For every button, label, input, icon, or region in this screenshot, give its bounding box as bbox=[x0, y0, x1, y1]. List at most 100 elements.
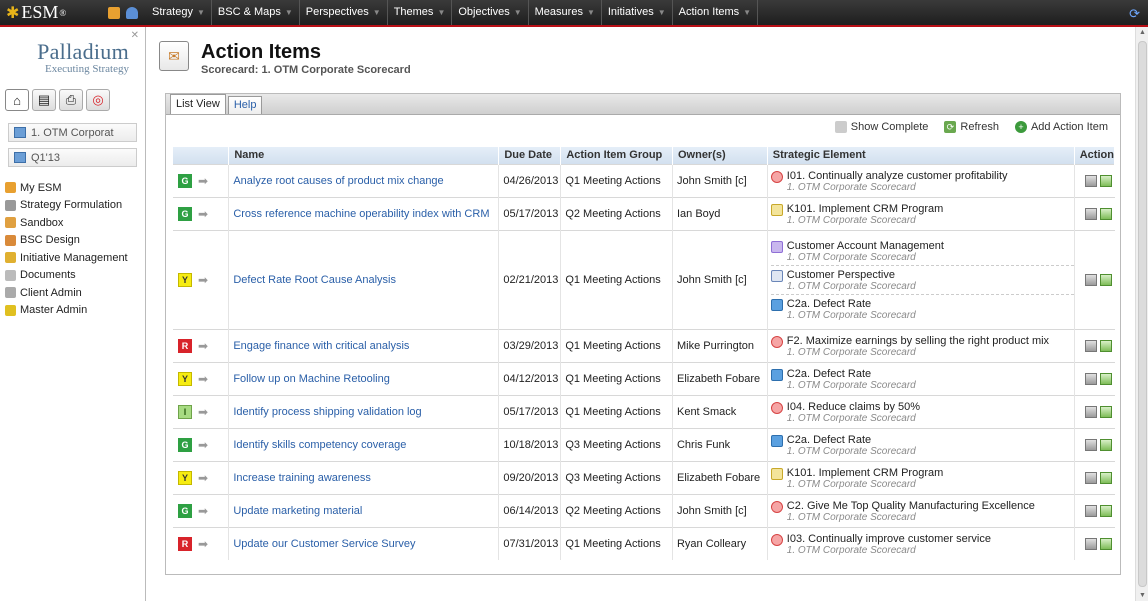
nav-item-perspectives[interactable]: Perspectives ▼ bbox=[300, 0, 388, 25]
refresh-button[interactable]: ⟳ Refresh bbox=[944, 121, 999, 133]
scroll-up-icon[interactable]: ▲ bbox=[1139, 29, 1146, 36]
strategic-element[interactable]: I03. Continually improve customer servic… bbox=[770, 530, 1074, 558]
add-action-item-button[interactable]: + Add Action Item bbox=[1014, 121, 1108, 133]
esm-logo[interactable]: ✱ ESM ® bbox=[0, 0, 146, 25]
col-owner[interactable]: Owner(s) bbox=[672, 147, 768, 164]
status-badge[interactable]: G bbox=[178, 503, 192, 518]
add-note-icon[interactable] bbox=[1099, 372, 1112, 385]
show-complete-button[interactable]: Show Complete bbox=[834, 121, 928, 133]
layout-icon[interactable]: ▤ bbox=[32, 89, 56, 111]
action-item-name-link[interactable]: Defect Rate Root Cause Analysis bbox=[228, 229, 500, 329]
status-badge[interactable]: R bbox=[178, 536, 192, 551]
action-item-name-link-text[interactable]: Cross reference machine operability inde… bbox=[233, 208, 489, 220]
action-item-name-link-text[interactable]: Engage finance with critical analysis bbox=[233, 340, 409, 352]
strategic-element[interactable]: C2. Give Me Top Quality Manufacturing Ex… bbox=[770, 497, 1074, 525]
nav-item-bsc-maps[interactable]: BSC & Maps ▼ bbox=[212, 0, 300, 25]
status-badge[interactable]: G bbox=[178, 173, 192, 188]
strategic-element[interactable]: Customer Perspective 1. OTM Corporate Sco… bbox=[770, 264, 1074, 294]
action-item-name-link-text[interactable]: Identify skills competency coverage bbox=[233, 439, 406, 451]
action-item-name-link[interactable]: Follow up on Machine Retooling bbox=[228, 361, 500, 395]
add-note-icon[interactable] bbox=[1099, 174, 1112, 187]
sidebar-item-master-admin[interactable]: Master Admin bbox=[0, 302, 145, 320]
add-note-icon[interactable] bbox=[1099, 504, 1112, 517]
sidebar-item-my-esm[interactable]: My ESM bbox=[0, 179, 145, 197]
action-item-name-link[interactable]: Update marketing material bbox=[228, 493, 500, 527]
document-icon[interactable] bbox=[1084, 471, 1097, 484]
action-item-name-link[interactable]: Analyze root causes of product mix chang… bbox=[228, 163, 500, 197]
action-item-name-link[interactable]: Identify skills competency coverage bbox=[228, 427, 500, 461]
action-item-name-link-text[interactable]: Identify process shipping validation log bbox=[233, 406, 421, 418]
add-note-icon[interactable] bbox=[1099, 207, 1112, 220]
action-item-name-link-text[interactable]: Increase training awareness bbox=[233, 472, 371, 484]
add-note-icon[interactable] bbox=[1099, 438, 1112, 451]
document-icon[interactable] bbox=[1084, 339, 1097, 352]
document-icon[interactable] bbox=[1084, 372, 1097, 385]
sidebar-item-client-admin[interactable]: Client Admin bbox=[0, 284, 145, 302]
refresh-icon[interactable]: ⟳ bbox=[1129, 6, 1140, 22]
add-note-icon[interactable] bbox=[1099, 273, 1112, 286]
action-item-name-link[interactable]: Engage finance with critical analysis bbox=[228, 328, 500, 362]
action-item-name-link[interactable]: Cross reference machine operability inde… bbox=[228, 196, 500, 230]
action-item-name-link[interactable]: Increase training awareness bbox=[228, 460, 500, 494]
action-item-name-link-text[interactable]: Update marketing material bbox=[233, 505, 362, 517]
user-icon[interactable] bbox=[126, 6, 138, 19]
add-note-icon[interactable] bbox=[1099, 471, 1112, 484]
book-icon[interactable] bbox=[108, 6, 120, 19]
strategic-element[interactable]: Customer Account Management 1. OTM Corpor… bbox=[770, 237, 1074, 265]
nav-item-objectives[interactable]: Objectives ▼ bbox=[452, 0, 529, 25]
add-note-icon[interactable] bbox=[1099, 537, 1112, 550]
sidebar-item-documents[interactable]: Documents bbox=[0, 267, 145, 285]
col-name[interactable]: Name bbox=[228, 147, 500, 164]
status-badge[interactable]: G bbox=[178, 206, 192, 221]
strategic-element[interactable]: F2. Maximize earnings by selling the rig… bbox=[770, 332, 1074, 360]
sidebar-item-initiative-management[interactable]: Initiative Management bbox=[0, 249, 145, 267]
strategic-element[interactable]: C2a. Defect Rate 1. OTM Corporate Scoreca… bbox=[770, 431, 1074, 459]
action-item-name-link[interactable]: Identify process shipping validation log bbox=[228, 394, 500, 428]
strategic-element[interactable]: I04. Reduce claims by 50% 1. OTM Corporat… bbox=[770, 398, 1074, 426]
col-group[interactable]: Action Item Group bbox=[560, 147, 673, 164]
document-icon[interactable] bbox=[1084, 537, 1097, 550]
sidebar-item-bsc-design[interactable]: BSC Design bbox=[0, 232, 145, 250]
add-note-icon[interactable] bbox=[1099, 339, 1112, 352]
scroll-down-icon[interactable]: ▼ bbox=[1139, 592, 1146, 599]
status-badge[interactable]: Y bbox=[178, 371, 192, 386]
action-item-name-link-text[interactable]: Update our Customer Service Survey bbox=[233, 538, 415, 550]
tab-list-view[interactable]: List View bbox=[170, 94, 226, 114]
strategic-element[interactable]: I01. Continually analyze customer profit… bbox=[770, 167, 1074, 195]
nav-item-measures[interactable]: Measures ▼ bbox=[529, 0, 602, 25]
document-icon[interactable] bbox=[1084, 273, 1097, 286]
sidebar-item-strategy-formulation[interactable]: Strategy Formulation bbox=[0, 197, 145, 215]
help-lifebuoy-icon[interactable]: ◎ bbox=[86, 89, 110, 111]
status-badge[interactable]: I bbox=[178, 404, 192, 419]
action-item-name-link-text[interactable]: Analyze root causes of product mix chang… bbox=[233, 175, 443, 187]
document-icon[interactable] bbox=[1084, 174, 1097, 187]
strategic-element[interactable]: C2a. Defect Rate 1. OTM Corporate Scoreca… bbox=[770, 365, 1074, 393]
document-icon[interactable] bbox=[1084, 207, 1097, 220]
status-badge[interactable]: R bbox=[178, 338, 192, 353]
document-icon[interactable] bbox=[1084, 405, 1097, 418]
nav-item-action-items[interactable]: Action Items ▼ bbox=[673, 0, 759, 25]
nav-item-initiatives[interactable]: Initiatives ▼ bbox=[602, 0, 673, 25]
document-icon[interactable] bbox=[1084, 504, 1097, 517]
col-due-date[interactable]: Due Date bbox=[498, 147, 562, 164]
print-icon[interactable]: ⎙ bbox=[59, 89, 83, 111]
document-icon[interactable] bbox=[1084, 438, 1097, 451]
strategic-element[interactable]: C2a. Defect Rate 1. OTM Corporate Scoreca… bbox=[770, 293, 1074, 323]
home-icon[interactable]: ⌂ bbox=[5, 89, 29, 111]
status-badge[interactable]: Y bbox=[178, 470, 192, 485]
strategic-element[interactable]: K101. Implement CRM Program 1. OTM Corpor… bbox=[770, 464, 1074, 492]
action-item-name-link-text[interactable]: Follow up on Machine Retooling bbox=[233, 373, 390, 385]
sidebar-item-sandbox[interactable]: Sandbox bbox=[0, 214, 145, 232]
close-sidebar-icon[interactable]: ✕ bbox=[131, 30, 139, 41]
scorecard-selector[interactable]: 1. OTM Corporat bbox=[8, 123, 137, 142]
tab-help[interactable]: Help bbox=[227, 96, 263, 114]
status-badge[interactable]: Y bbox=[178, 272, 192, 287]
nav-item-strategy[interactable]: Strategy ▼ bbox=[146, 0, 212, 25]
action-item-name-link[interactable]: Update our Customer Service Survey bbox=[228, 526, 500, 560]
nav-item-themes[interactable]: Themes ▼ bbox=[388, 0, 453, 25]
col-strategic-element[interactable]: Strategic Element bbox=[767, 147, 1075, 164]
action-item-name-link-text[interactable]: Defect Rate Root Cause Analysis bbox=[233, 274, 396, 286]
period-selector[interactable]: Q1'13 bbox=[8, 148, 137, 167]
add-note-icon[interactable] bbox=[1099, 405, 1112, 418]
status-badge[interactable]: G bbox=[178, 437, 192, 452]
